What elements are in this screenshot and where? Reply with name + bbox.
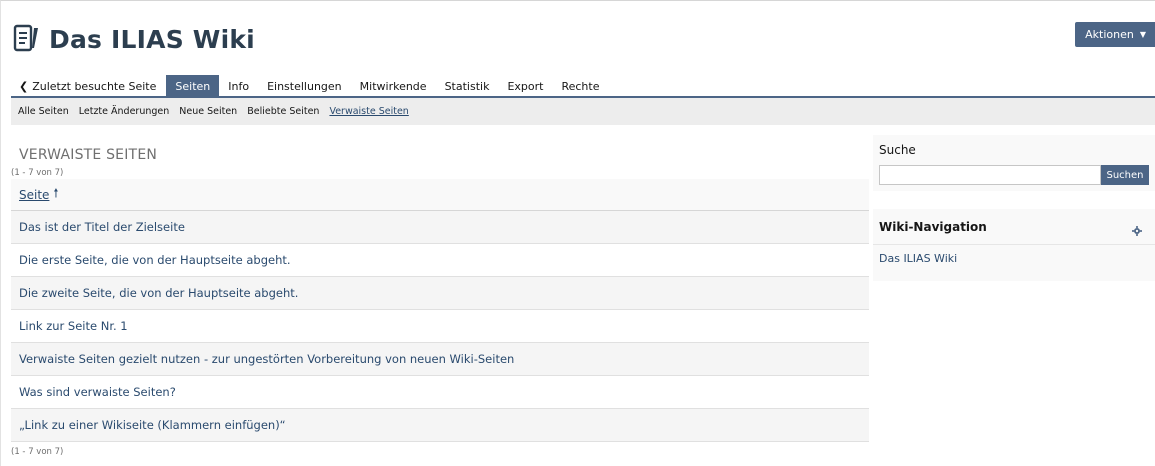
wiki-navigation-block: Wiki-Navigation Das ILIAS Wiki: [873, 209, 1155, 281]
subtab-verwaiste-seiten[interactable]: Verwaiste Seiten: [329, 106, 408, 117]
sort-up-icon[interactable]: 🠕: [53, 184, 58, 205]
tab-back-label: Zuletzt besuchte Seite: [32, 79, 157, 93]
table-row[interactable]: Die zweite Seite, die von der Hauptseite…: [11, 277, 869, 310]
search-input[interactable]: [879, 165, 1101, 185]
pages-table: Seite 🠕 Das ist der Titel der Zielseite …: [11, 179, 869, 442]
tab-export[interactable]: Export: [498, 75, 552, 97]
subtab-neue-seiten[interactable]: Neue Seiten: [179, 106, 237, 117]
subtab-letzte-aenderungen[interactable]: Letzte Änderungen: [79, 106, 170, 117]
search-title: Suche: [879, 143, 916, 157]
result-count-bottom: (1 - 7 von 7): [11, 447, 64, 457]
subtab-alle-seiten[interactable]: Alle Seiten: [18, 106, 69, 117]
sub-tabs: Alle Seiten Letzte Änderungen Neue Seite…: [11, 98, 1155, 125]
search-button[interactable]: Suchen: [1101, 165, 1149, 185]
tab-einstellungen[interactable]: Einstellungen: [258, 75, 351, 97]
panel-title: VERWAISTE SEITEN: [19, 147, 158, 163]
gear-icon[interactable]: [1132, 221, 1142, 236]
tab-back-last-visited[interactable]: ❮ Zuletzt besuchte Seite: [15, 75, 166, 97]
table-row[interactable]: Was sind verwaiste Seiten?: [11, 376, 869, 409]
wiki-navigation-header: Wiki-Navigation: [873, 209, 1155, 245]
wiki-navigation-item[interactable]: Das ILIAS Wiki: [879, 252, 957, 265]
wiki-navigation-title: Wiki-Navigation: [879, 220, 987, 234]
tab-rechte[interactable]: Rechte: [552, 75, 608, 97]
tab-mitwirkende[interactable]: Mitwirkende: [351, 75, 436, 97]
table-row[interactable]: Link zur Seite Nr. 1: [11, 310, 869, 343]
wiki-icon: [13, 24, 39, 54]
tab-statistik[interactable]: Statistik: [436, 75, 499, 97]
caret-down-icon: ▼: [1139, 30, 1146, 39]
actions-label: Aktionen: [1085, 28, 1134, 41]
chevron-left-icon: ❮: [19, 79, 29, 93]
page-header: Das ILIAS Wiki: [13, 19, 255, 59]
column-header-seite[interactable]: Seite: [19, 188, 49, 202]
result-count-top: (1 - 7 von 7): [11, 168, 64, 178]
page-title: Das ILIAS Wiki: [49, 24, 255, 54]
tab-seiten[interactable]: Seiten: [166, 75, 220, 97]
tab-info[interactable]: Info: [219, 75, 258, 97]
page: Das ILIAS Wiki Aktionen ▼ ❮ Zuletzt besu…: [0, 0, 1155, 466]
search-block: Suche Suchen: [873, 135, 1155, 191]
actions-dropdown-button[interactable]: Aktionen ▼: [1075, 22, 1155, 47]
table-row[interactable]: „Link zu einer Wikiseite (Klammern einfü…: [11, 409, 869, 442]
main-tabs: ❮ Zuletzt besuchte Seite Seiten Info Ein…: [15, 75, 609, 97]
table-row[interactable]: Das ist der Titel der Zielseite: [11, 211, 869, 244]
subtab-beliebte-seiten[interactable]: Beliebte Seiten: [247, 106, 319, 117]
table-row[interactable]: Verwaiste Seiten gezielt nutzen - zur un…: [11, 343, 869, 376]
table-row[interactable]: Die erste Seite, die von der Hauptseite …: [11, 244, 869, 277]
table-header: Seite 🠕: [11, 179, 869, 211]
